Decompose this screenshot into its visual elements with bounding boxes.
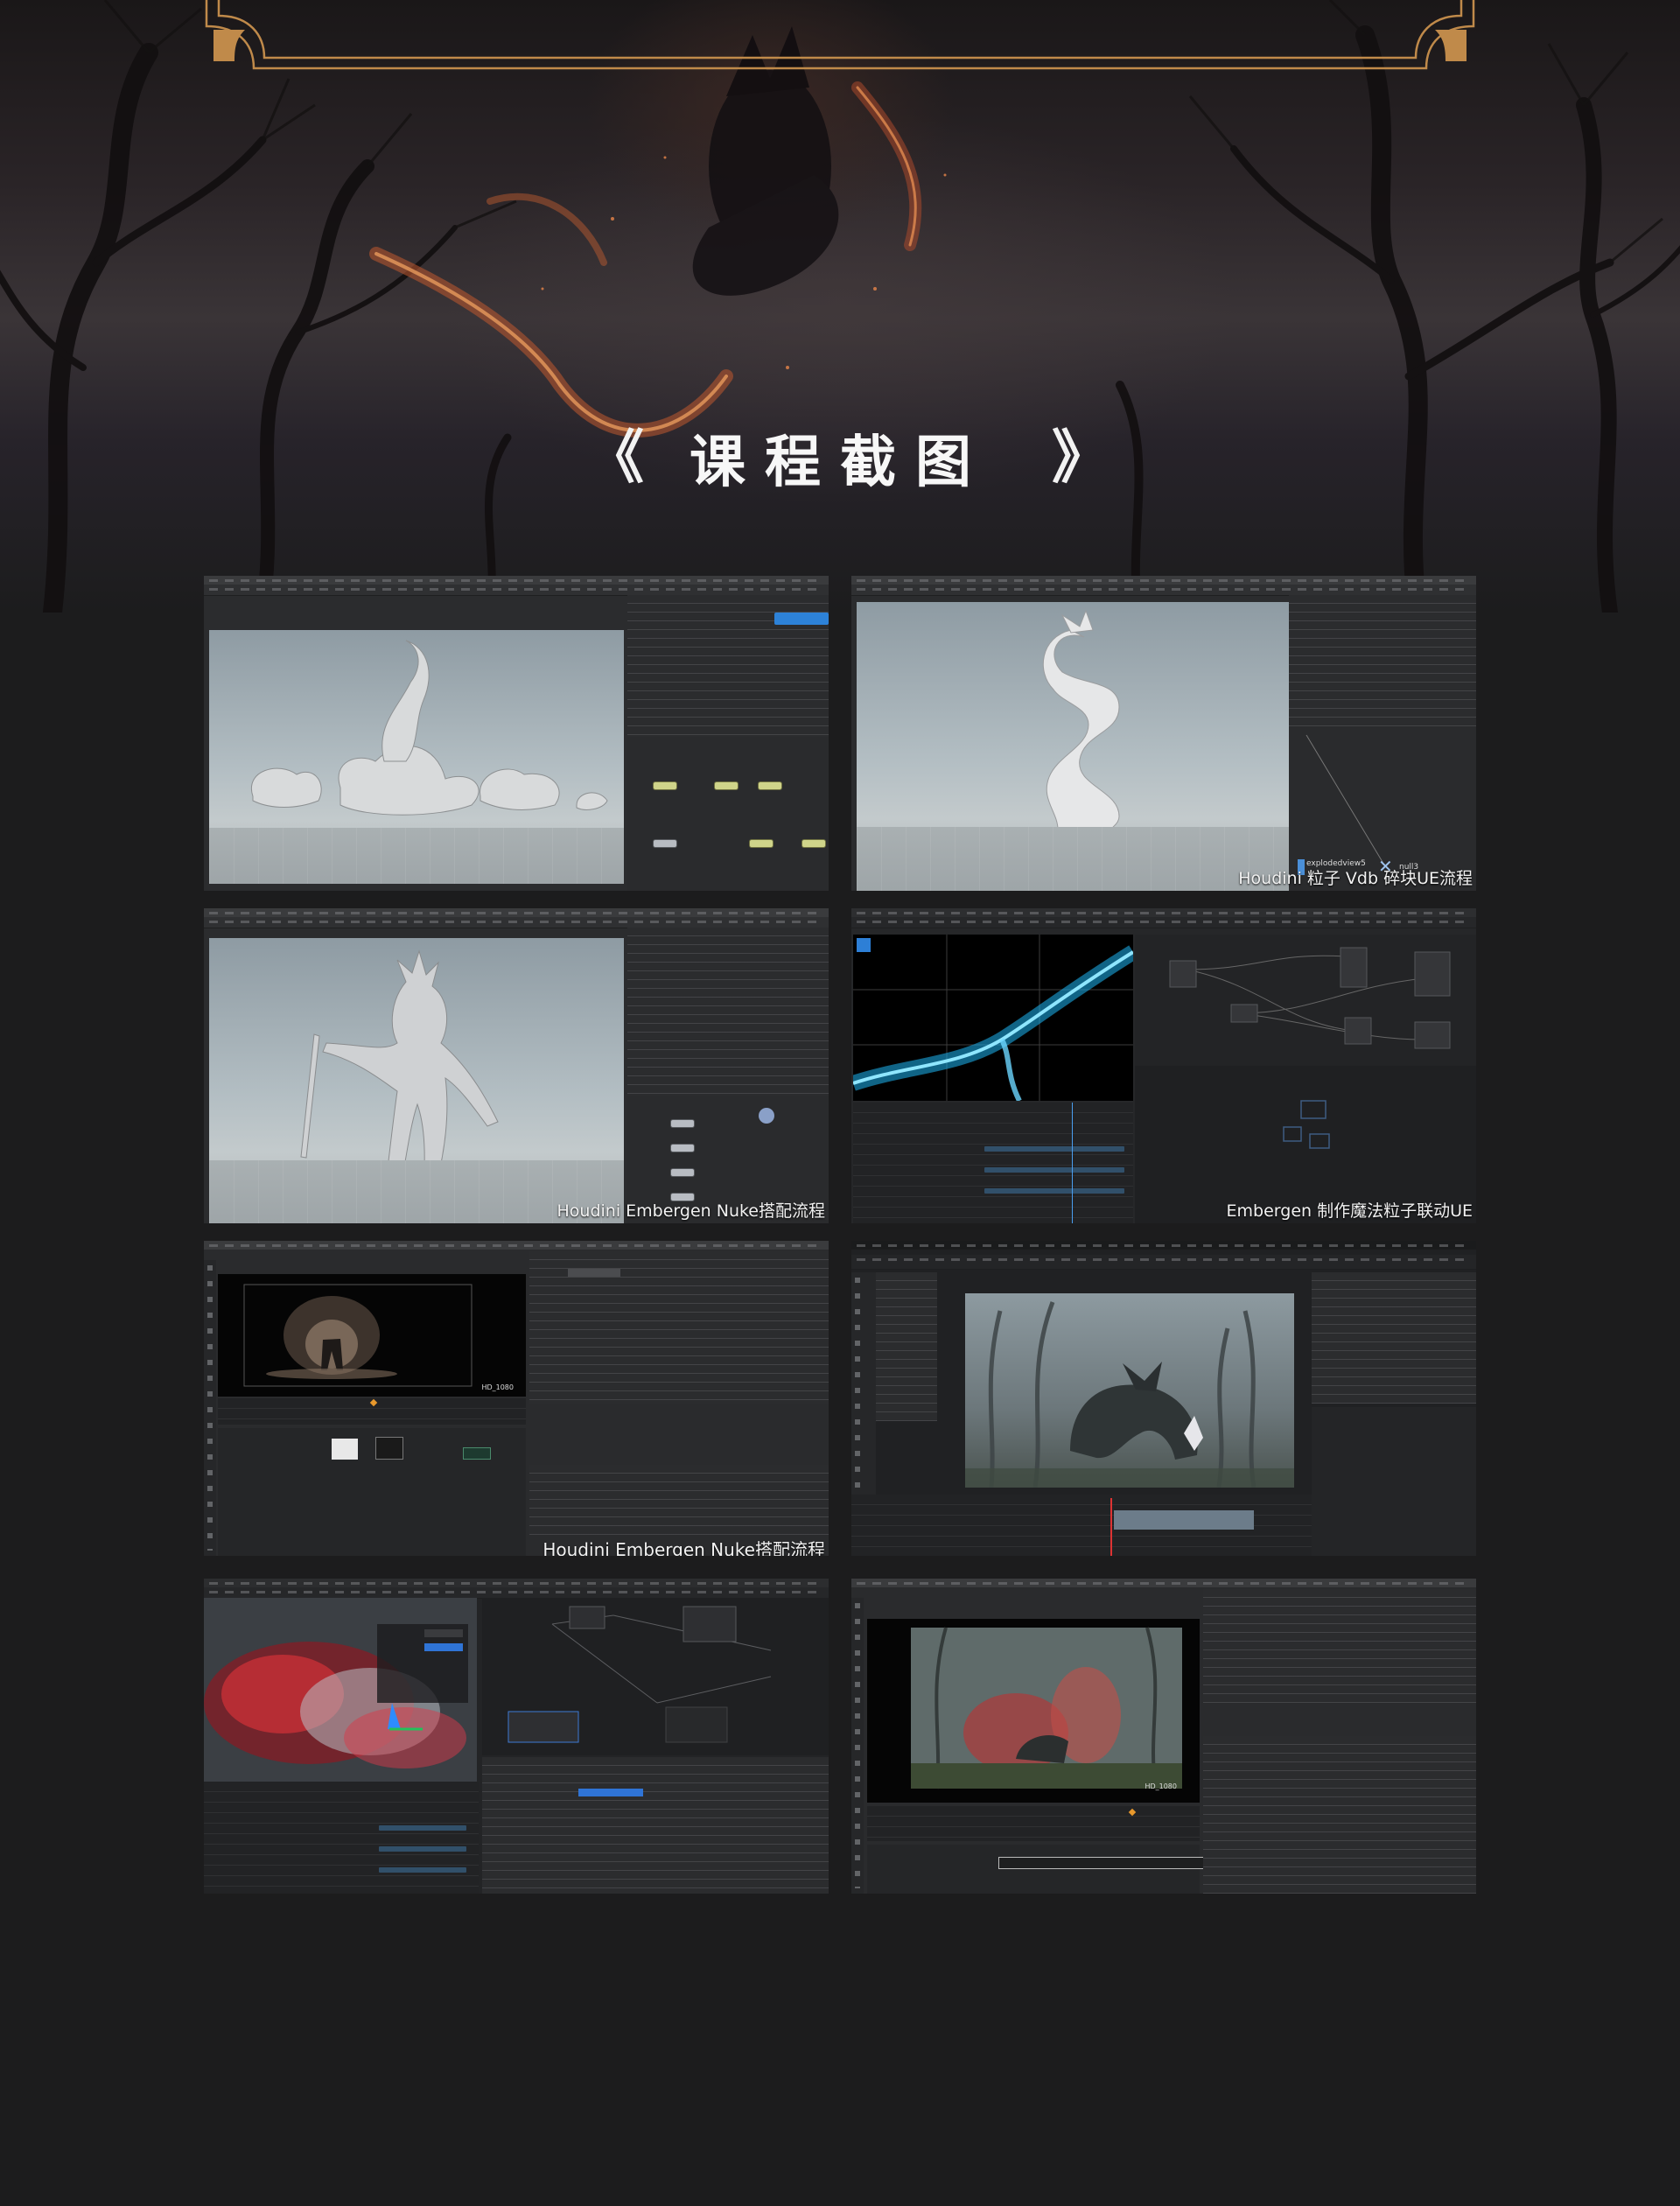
node-graph (867, 1845, 1219, 1894)
screenshot-houdini-dragon: explodedview5 ✕ null3 Houdini 粒子 Vdb 碎块U… (851, 576, 1476, 891)
timeline-track (984, 1188, 1124, 1194)
node (671, 1120, 694, 1127)
node-graph (1135, 935, 1476, 1066)
notification-badge (774, 613, 829, 625)
project-settings-panel (529, 1465, 829, 1535)
node-graph (218, 1428, 526, 1556)
timeline (867, 1806, 1200, 1841)
timeline-track (379, 1825, 466, 1831)
menu-bar (851, 576, 1476, 585)
warrior-sculpture (300, 949, 499, 1201)
forest-smoke-scene (911, 1627, 1182, 1789)
properties-panel (529, 1251, 829, 1404)
screenshot-caption: Houdini 粒子 Vdb 碎块UE流程 (1238, 869, 1473, 888)
playhead (1110, 1498, 1112, 1556)
node (750, 840, 773, 847)
sculpture-group (250, 640, 608, 816)
node-graph (627, 737, 829, 891)
menu-bar (851, 908, 1476, 917)
outliner-panel (1312, 1272, 1476, 1404)
forest-creature-scene (965, 1301, 1294, 1488)
merge-properties-panel (1203, 1736, 1476, 1894)
sequencer-clip (1114, 1510, 1254, 1530)
playhead (1072, 1103, 1073, 1223)
timeline (204, 1782, 479, 1894)
thumbnail-node (332, 1439, 358, 1460)
red-smoke-effect (204, 1624, 468, 1768)
tool-sidebar (204, 1260, 216, 1556)
node-graph (482, 1598, 829, 1755)
viewer-format-label: HD_1080 (1144, 1782, 1177, 1790)
sequencer (851, 1495, 1312, 1556)
place-actors-panel (876, 1272, 937, 1421)
viewport (209, 938, 624, 1223)
node (654, 840, 676, 847)
toolbar (851, 917, 1476, 928)
timeline-track (984, 1146, 1124, 1152)
screenshot-houdini-warrior: Houdini Embergen Nuke搭配流程 (204, 908, 829, 1223)
node (671, 1145, 694, 1152)
timeline (853, 1103, 1133, 1223)
node-wires (508, 1606, 772, 1743)
hero-background (0, 0, 1680, 613)
node-wires (1169, 947, 1451, 1049)
menu-bar (204, 576, 829, 585)
page-title: 课程截图 (690, 431, 990, 495)
menu-bar (204, 1579, 829, 1587)
screenshot-caption: Embergen 制作魔法粒子联动UE (1226, 1201, 1473, 1221)
node (463, 1447, 491, 1460)
tab (568, 1269, 620, 1277)
node (671, 1169, 694, 1176)
viewport (209, 630, 624, 884)
viewport (204, 1598, 477, 1782)
viewport: HD_1080 (867, 1619, 1200, 1803)
timeline-track (379, 1846, 466, 1852)
viewport (851, 935, 1138, 1103)
screenshot-houdini-scene (204, 576, 829, 891)
playhead-marker (1128, 1808, 1137, 1817)
timeline-track (379, 1867, 466, 1873)
viewport (857, 602, 1289, 891)
toolbar (851, 1255, 1476, 1270)
active-tab (578, 1789, 643, 1796)
menu-bar (851, 1241, 1476, 1250)
parameter-panel (627, 928, 829, 1096)
node (759, 782, 781, 789)
screenshot-ue-forest (851, 1241, 1476, 1556)
viewport: HD_1080 (218, 1274, 526, 1397)
screenshot-embergen-lightning: Embergen 制作魔法粒子联动UE (851, 908, 1476, 1223)
timeline-track (984, 1167, 1124, 1173)
parameter-panel (1289, 595, 1476, 726)
node (715, 782, 738, 789)
smoke-figure (243, 1284, 472, 1387)
viewer-format-label: HD_1080 (481, 1383, 514, 1391)
lightning-effect (851, 935, 1138, 1103)
timeline (218, 1398, 526, 1425)
left-chevron-icon: 《 (586, 424, 644, 491)
menu-bar (851, 1579, 1476, 1587)
details-panel (1312, 1407, 1476, 1556)
thumbnail-node (375, 1437, 403, 1460)
tool-sidebar (851, 1598, 864, 1894)
properties-panel (1203, 1589, 1476, 1703)
node-icon (759, 1108, 774, 1124)
node (802, 840, 825, 847)
right-chevron-icon: 》 (1052, 424, 1110, 491)
screenshot-caption: Houdini Embergen Nuke搭配流程 (556, 1201, 826, 1221)
ornamental-frame (205, 0, 1475, 70)
section-title: 《 课程截图 》 (0, 418, 1680, 497)
screenshot-nuke-forest: HD_1080 (851, 1579, 1476, 1894)
menu-bar (204, 908, 829, 917)
screenshot-nuke-glow: HD_1080 Houdini Embergen Nuke搭配流程 (204, 1241, 829, 1556)
menu-bar (204, 1241, 829, 1250)
node (654, 782, 676, 789)
node-search-input[interactable] (998, 1857, 1219, 1869)
particle-settings-panel (482, 1757, 829, 1894)
screenshot-caption: Houdini Embergen Nuke搭配流程 (542, 1539, 825, 1556)
playhead-marker (369, 1398, 378, 1407)
forest-trees-illustration (0, 0, 1680, 613)
viewport (965, 1293, 1294, 1488)
screenshot-embergen-smoke (204, 1579, 829, 1894)
dragon-sculpture (1004, 609, 1155, 891)
